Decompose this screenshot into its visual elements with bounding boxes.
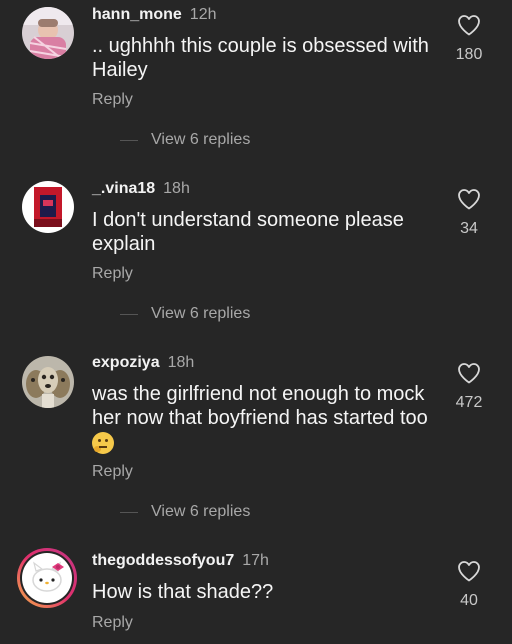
timestamp: 12h [189, 6, 217, 23]
divider-line [120, 512, 138, 513]
comment-text: How is that shade?? [92, 581, 274, 603]
comment-meta: expoziya 18h [92, 353, 194, 373]
comment-meta: _.vina18 18h [92, 179, 190, 199]
username[interactable]: thegoddessofyou7 [92, 552, 234, 569]
avatar[interactable] [22, 356, 74, 408]
heart-outline-icon[interactable] [457, 14, 481, 36]
timestamp: 17h [242, 552, 269, 569]
like-count: 40 [460, 592, 478, 609]
view-replies-label: View 6 replies [151, 131, 251, 148]
view-replies-label: View 6 replies [151, 305, 251, 322]
comment-text-body: was the girlfriend not enough to mock he… [92, 383, 428, 429]
like-count: 472 [455, 394, 483, 411]
reply-button[interactable]: Reply [92, 264, 133, 284]
divider-line [120, 140, 138, 141]
timestamp: 18h [163, 180, 190, 197]
avatar[interactable] [16, 547, 78, 609]
heart-outline-icon[interactable] [457, 188, 481, 210]
like-count: 180 [455, 46, 483, 63]
heart-outline-icon[interactable] [457, 362, 481, 384]
comment-text: .. ughhhh this couple is obsessed with H… [92, 35, 429, 81]
timestamp: 18h [167, 354, 195, 371]
like-control[interactable]: 472 [448, 362, 490, 413]
comment-text: I don't understand someone please explai… [92, 209, 404, 255]
comment-meta: thegoddessofyou7 17h [92, 551, 269, 571]
like-control[interactable]: 180 [448, 14, 490, 65]
avatar[interactable] [22, 7, 74, 59]
reply-button[interactable]: Reply [92, 462, 133, 482]
username[interactable]: expoziya [92, 354, 160, 371]
heart-outline-icon[interactable] [457, 560, 481, 582]
avatar[interactable] [22, 181, 74, 233]
like-control[interactable]: 34 [448, 188, 490, 239]
thinking-face-icon [92, 431, 114, 454]
comment-meta: hann_mone 12h [92, 5, 217, 25]
divider-line [120, 314, 138, 315]
username[interactable]: _.vina18 [92, 180, 155, 197]
comment-text: was the girlfriend not enough to mock he… [92, 382, 442, 454]
reply-button[interactable]: Reply [92, 613, 133, 633]
like-control[interactable]: 40 [448, 560, 490, 611]
username[interactable]: hann_mone [92, 6, 182, 23]
reply-button[interactable]: Reply [92, 90, 133, 110]
like-count: 34 [460, 220, 478, 237]
view-replies-label: View 6 replies [151, 503, 251, 520]
